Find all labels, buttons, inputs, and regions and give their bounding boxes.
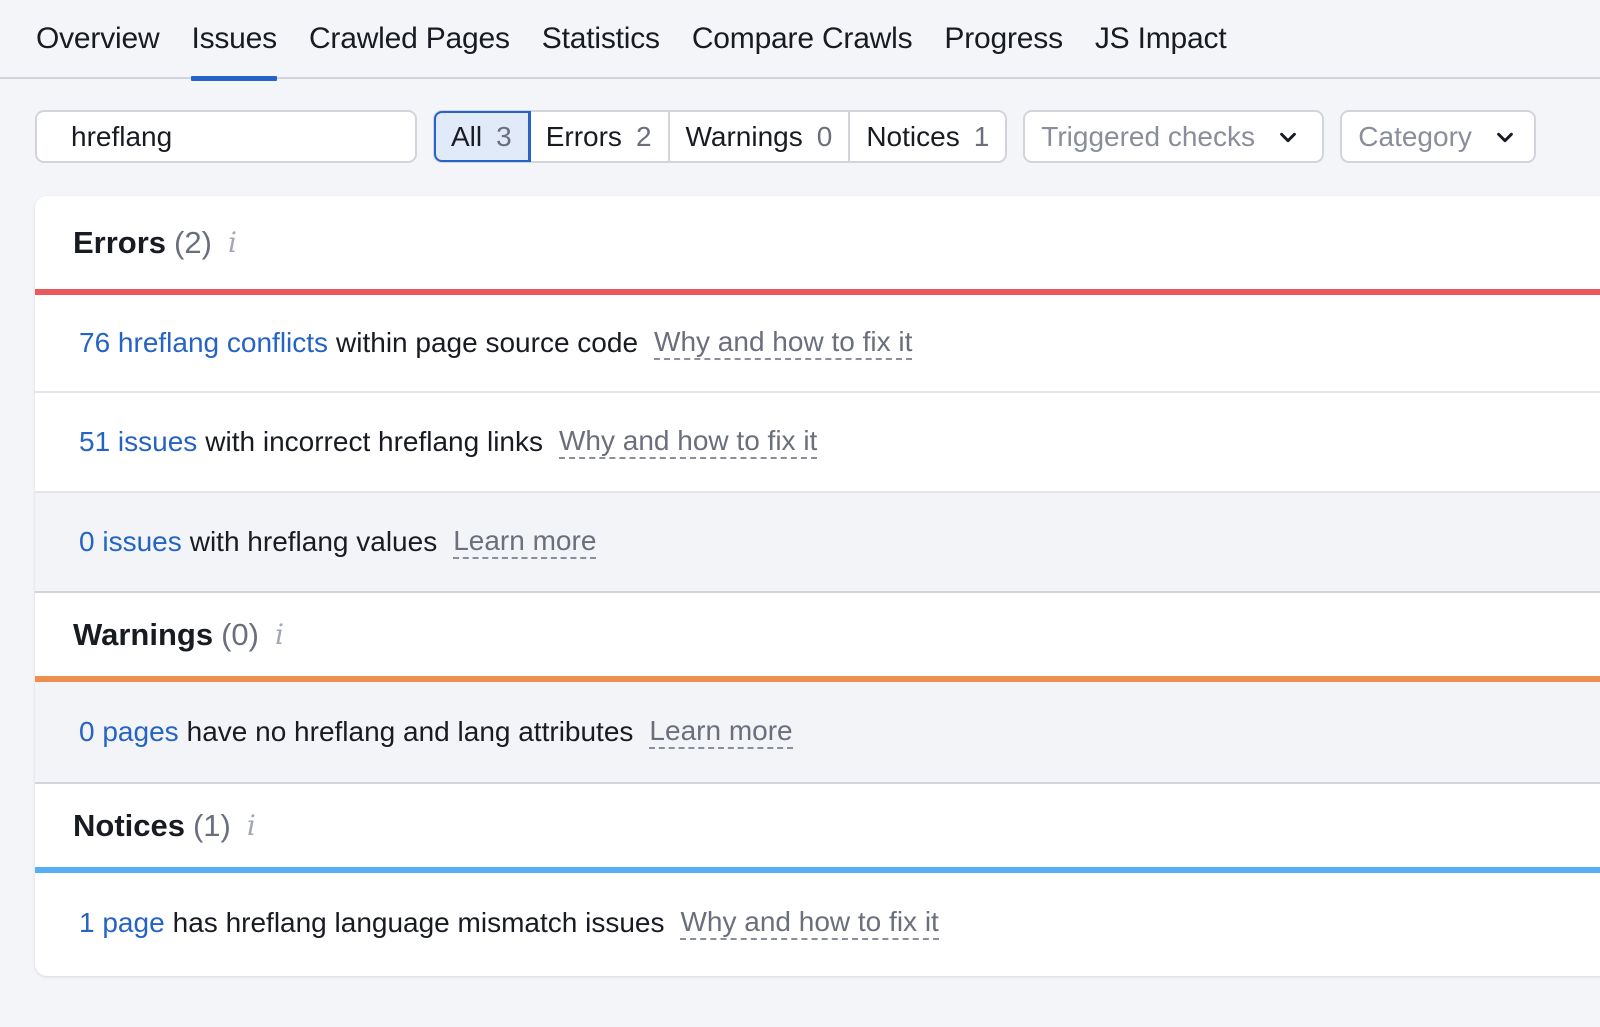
warnings-section-header: Warnings (0) i <box>35 593 1600 676</box>
category-dropdown[interactable]: Category <box>1340 110 1537 163</box>
issue-description: with incorrect hreflang links <box>205 426 543 457</box>
issue-row: 0 issues with hreflang values Learn more <box>35 493 1600 593</box>
section-count: (1) <box>192 807 231 843</box>
issue-description: have no hreflang and lang attributes <box>186 716 634 747</box>
issue-description: with hreflang values <box>189 526 438 557</box>
issue-count-link[interactable]: 76 hreflang conflicts <box>79 327 328 359</box>
section-title: Notices <box>73 807 185 843</box>
tab-bar: Overview Issues Crawled Pages Statistics… <box>0 0 1600 81</box>
issue-row: 0 pages have no hreflang and lang attrib… <box>35 682 1600 784</box>
tab-issues[interactable]: Issues <box>191 0 277 81</box>
section-title: Warnings <box>73 616 214 652</box>
filter-label: Notices <box>866 120 960 152</box>
chevron-down-icon <box>1497 132 1513 142</box>
filter-count: 2 <box>635 120 652 152</box>
filter-all-button[interactable]: All 3 <box>434 111 531 162</box>
issues-card: Errors (2) i 76 hreflang conflicts withi… <box>35 196 1600 976</box>
dropdown-label: Triggered checks <box>1041 120 1255 152</box>
dropdown-label: Category <box>1358 120 1472 152</box>
why-and-how-to-fix-link[interactable]: Why and how to fix it <box>680 906 939 940</box>
section-count: (2) <box>174 224 212 260</box>
tab-js-impact[interactable]: JS Impact <box>1095 0 1227 79</box>
filter-count: 1 <box>973 120 990 152</box>
filter-notices-button[interactable]: Notices 1 <box>850 112 1005 161</box>
search-box <box>35 110 432 163</box>
why-and-how-to-fix-link[interactable]: Why and how to fix it <box>654 326 913 360</box>
notices-section-header: Notices (1) i <box>35 784 1600 867</box>
filter-label: Warnings <box>685 120 803 152</box>
triggered-checks-dropdown[interactable]: Triggered checks <box>1023 110 1325 163</box>
severity-filter: All 3 Errors 2 Warnings 0 Notices 1 <box>433 110 1008 163</box>
filter-label: All <box>451 120 483 152</box>
tab-crawled-pages[interactable]: Crawled Pages <box>309 0 510 79</box>
issue-description: has hreflang language mismatch issues <box>172 907 665 938</box>
errors-section-header: Errors (2) i <box>35 196 1600 289</box>
filter-count: 0 <box>816 120 833 152</box>
search-input[interactable] <box>71 120 432 153</box>
info-icon[interactable]: i <box>228 226 237 259</box>
tab-overview[interactable]: Overview <box>36 0 160 79</box>
issue-row: 1 page has hreflang language mismatch is… <box>35 873 1600 973</box>
issue-row: 76 hreflang conflicts within page source… <box>35 295 1600 393</box>
section-title: Errors <box>73 224 167 260</box>
issue-description: within page source code <box>336 327 639 358</box>
filter-count: 3 <box>496 120 512 152</box>
issue-count-link[interactable]: 0 issues <box>79 526 182 558</box>
chevron-down-icon <box>1280 132 1296 142</box>
info-icon[interactable]: i <box>247 809 256 842</box>
info-icon[interactable]: i <box>275 618 284 651</box>
tab-compare-crawls[interactable]: Compare Crawls <box>692 0 913 79</box>
issue-count-link[interactable]: 1 page <box>79 907 165 939</box>
tab-progress[interactable]: Progress <box>944 0 1063 79</box>
filter-bar: All 3 Errors 2 Warnings 0 Notices 1 Trig… <box>35 110 1537 163</box>
issue-count-link[interactable]: 0 pages <box>79 716 179 748</box>
learn-more-link[interactable]: Learn more <box>453 525 597 559</box>
filter-label: Errors <box>545 120 622 152</box>
section-count: (0) <box>221 616 259 652</box>
filter-warnings-button[interactable]: Warnings 0 <box>670 112 851 161</box>
filter-errors-button[interactable]: Errors 2 <box>530 112 670 161</box>
tab-statistics[interactable]: Statistics <box>542 0 660 79</box>
issue-count-link[interactable]: 51 issues <box>79 426 197 458</box>
why-and-how-to-fix-link[interactable]: Why and how to fix it <box>559 425 818 459</box>
learn-more-link[interactable]: Learn more <box>649 715 793 749</box>
issue-row: 51 issues with incorrect hreflang links … <box>35 393 1600 493</box>
